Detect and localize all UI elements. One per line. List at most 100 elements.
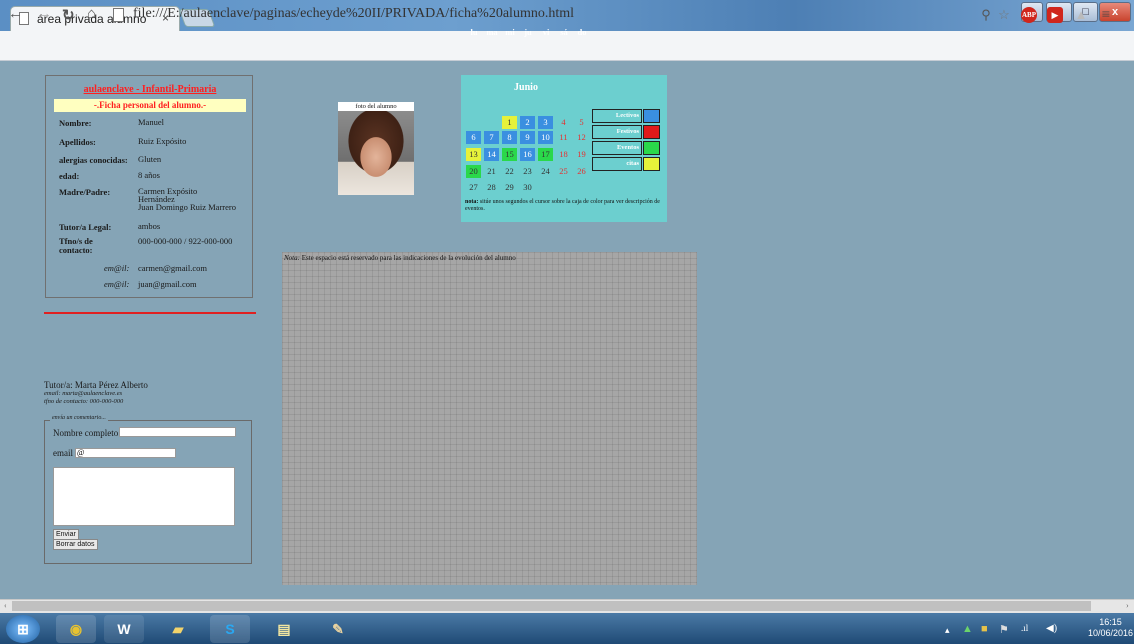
card-title-link[interactable]: aulaenclave - Infantil-Primaria [46, 84, 254, 95]
calendar-day[interactable]: 13 [466, 148, 481, 161]
email-label: em@il: [104, 263, 130, 273]
calendar-day[interactable]: 14 [484, 148, 499, 161]
calendar-day[interactable]: 22 [502, 165, 517, 178]
signal-icon[interactable]: .ıl [1021, 623, 1028, 633]
drive-icon[interactable]: ▲ [1073, 7, 1089, 23]
scrollbar-thumb[interactable] [12, 601, 1091, 611]
tutor-name: Tutor/a: Marta Pérez Alberto [44, 380, 148, 390]
field-value: Gluten [138, 154, 162, 164]
field-label: Madre/Padre: [59, 187, 111, 197]
day-header: ju [524, 27, 532, 37]
tray-arrow-icon[interactable]: ▴ [945, 625, 950, 636]
legend-swatch[interactable] [643, 109, 660, 123]
calendar-day[interactable]: 7 [484, 131, 499, 144]
day-header: do [577, 27, 587, 37]
calendar-day[interactable]: 3 [538, 116, 553, 129]
photo-caption: foto del alumno [338, 102, 414, 111]
skype-icon[interactable]: S [210, 615, 250, 643]
field-label: Nombre: [59, 118, 92, 128]
word-icon[interactable]: W [104, 615, 144, 643]
email-value: juan@gmail.com [138, 279, 197, 289]
student-photo [338, 111, 414, 195]
calendar-day[interactable]: 1 [502, 116, 517, 129]
calendar-day[interactable]: 6 [466, 131, 481, 144]
scroll-right-icon[interactable]: › [1126, 601, 1129, 610]
calendar-day[interactable]: 26 [574, 165, 589, 178]
calendar-day[interactable]: 5 [574, 116, 589, 129]
notes-prefix: Nota: [284, 254, 300, 262]
clock-time: 16:15 [1099, 617, 1122, 627]
calendar-day[interactable]: 23 [520, 165, 535, 178]
zoom-icon[interactable]: ⚲ [978, 7, 994, 23]
email-input[interactable]: @ [75, 448, 176, 458]
scroll-left-icon[interactable]: ‹ [4, 601, 7, 610]
day-header: sá [560, 27, 568, 37]
legend-swatch[interactable] [643, 157, 660, 171]
page-icon [113, 8, 124, 22]
comment-textarea[interactable] [53, 467, 235, 526]
calendar-day[interactable]: 11 [556, 131, 571, 144]
legend-swatch[interactable] [643, 125, 660, 139]
calendar-day[interactable]: 27 [466, 181, 481, 194]
clock[interactable]: 16:15 10/06/2016 [1088, 617, 1133, 639]
field-value: Juan Domingo Ruiz Marrero [138, 202, 236, 212]
day-header: vi [542, 27, 550, 37]
calendar-month: Junio [514, 82, 538, 93]
name-input[interactable] [119, 427, 236, 437]
reload-icon[interactable]: ↻ [62, 6, 75, 25]
field-value: 8 años [138, 170, 160, 180]
student-card: aulaenclave - Infantil-Primaria -.Ficha … [45, 75, 253, 298]
legend-swatch[interactable] [643, 141, 660, 155]
tray-network-icon[interactable]: ⚑ [999, 623, 1009, 636]
calendar-day[interactable]: 10 [538, 131, 553, 144]
email-label: email [53, 448, 73, 458]
calendar-day[interactable]: 21 [484, 165, 499, 178]
forward-icon[interactable]: → [37, 6, 52, 23]
home-icon[interactable]: ⌂ [87, 6, 96, 23]
reset-button[interactable]: Borrar datos [53, 539, 98, 550]
menu-icon[interactable]: ≡ [1098, 7, 1114, 23]
field-value: Manuel [138, 117, 164, 127]
calendar-day[interactable]: 9 [520, 131, 535, 144]
calendar-day[interactable]: 20 [466, 165, 481, 178]
adblock-icon[interactable]: ABP [1021, 7, 1037, 23]
field-value: ambos [138, 221, 161, 231]
folder-icon[interactable]: ▰ [158, 615, 198, 643]
calendar-note: nota: sitúe unos segundos el cursor sobr… [465, 199, 663, 213]
chrome-icon[interactable]: ◉ [56, 615, 96, 643]
calendar-day[interactable]: 24 [538, 165, 553, 178]
address-bar[interactable]: file:///E:/aulaenclave/paginas/echeyde%2… [133, 6, 574, 22]
extension-icon[interactable]: ▶ [1047, 7, 1063, 23]
calendar-day[interactable]: 16 [520, 148, 535, 161]
tray-drive-icon[interactable]: ▲ [962, 623, 973, 635]
calendar-day[interactable]: 18 [556, 148, 571, 161]
card-subtitle: -.Ficha personal del alumno.- [54, 99, 246, 112]
day-header: mi [505, 27, 515, 37]
volume-icon[interactable]: ◀) [1046, 623, 1057, 634]
paint-icon[interactable]: ✎ [318, 615, 358, 643]
calendar-day[interactable]: 12 [574, 131, 589, 144]
back-icon[interactable]: ← [8, 6, 23, 23]
calendar-day[interactable]: 29 [502, 181, 517, 194]
calendar-day[interactable]: 28 [484, 181, 499, 194]
day-header: lu [470, 27, 478, 37]
star-icon[interactable]: ☆ [996, 7, 1012, 23]
divider [44, 312, 256, 314]
calendar-day[interactable]: 19 [574, 148, 589, 161]
legend-label: citas [592, 157, 642, 171]
tray-app-icon[interactable]: ■ [981, 623, 988, 635]
calendar-day[interactable]: 30 [520, 181, 535, 194]
calendar-day[interactable]: 2 [520, 116, 535, 129]
day-header: ma [486, 27, 498, 37]
field-value: 000-000-000 / 922-000-000 [138, 236, 233, 246]
field-label: Apellidos: [59, 137, 96, 147]
tutor-phone: tfno de contacto: 000-000-000 [44, 398, 124, 405]
notes-app-icon[interactable]: ▤ [264, 615, 304, 643]
calendar-day[interactable]: 8 [502, 131, 517, 144]
start-icon[interactable]: ⊞ [6, 615, 40, 643]
calendar-day[interactable]: 17 [538, 148, 553, 161]
calendar-day[interactable]: 15 [502, 148, 517, 161]
note-bold: nota: [465, 199, 479, 205]
calendar-day[interactable]: 4 [556, 116, 571, 129]
calendar-day[interactable]: 25 [556, 165, 571, 178]
